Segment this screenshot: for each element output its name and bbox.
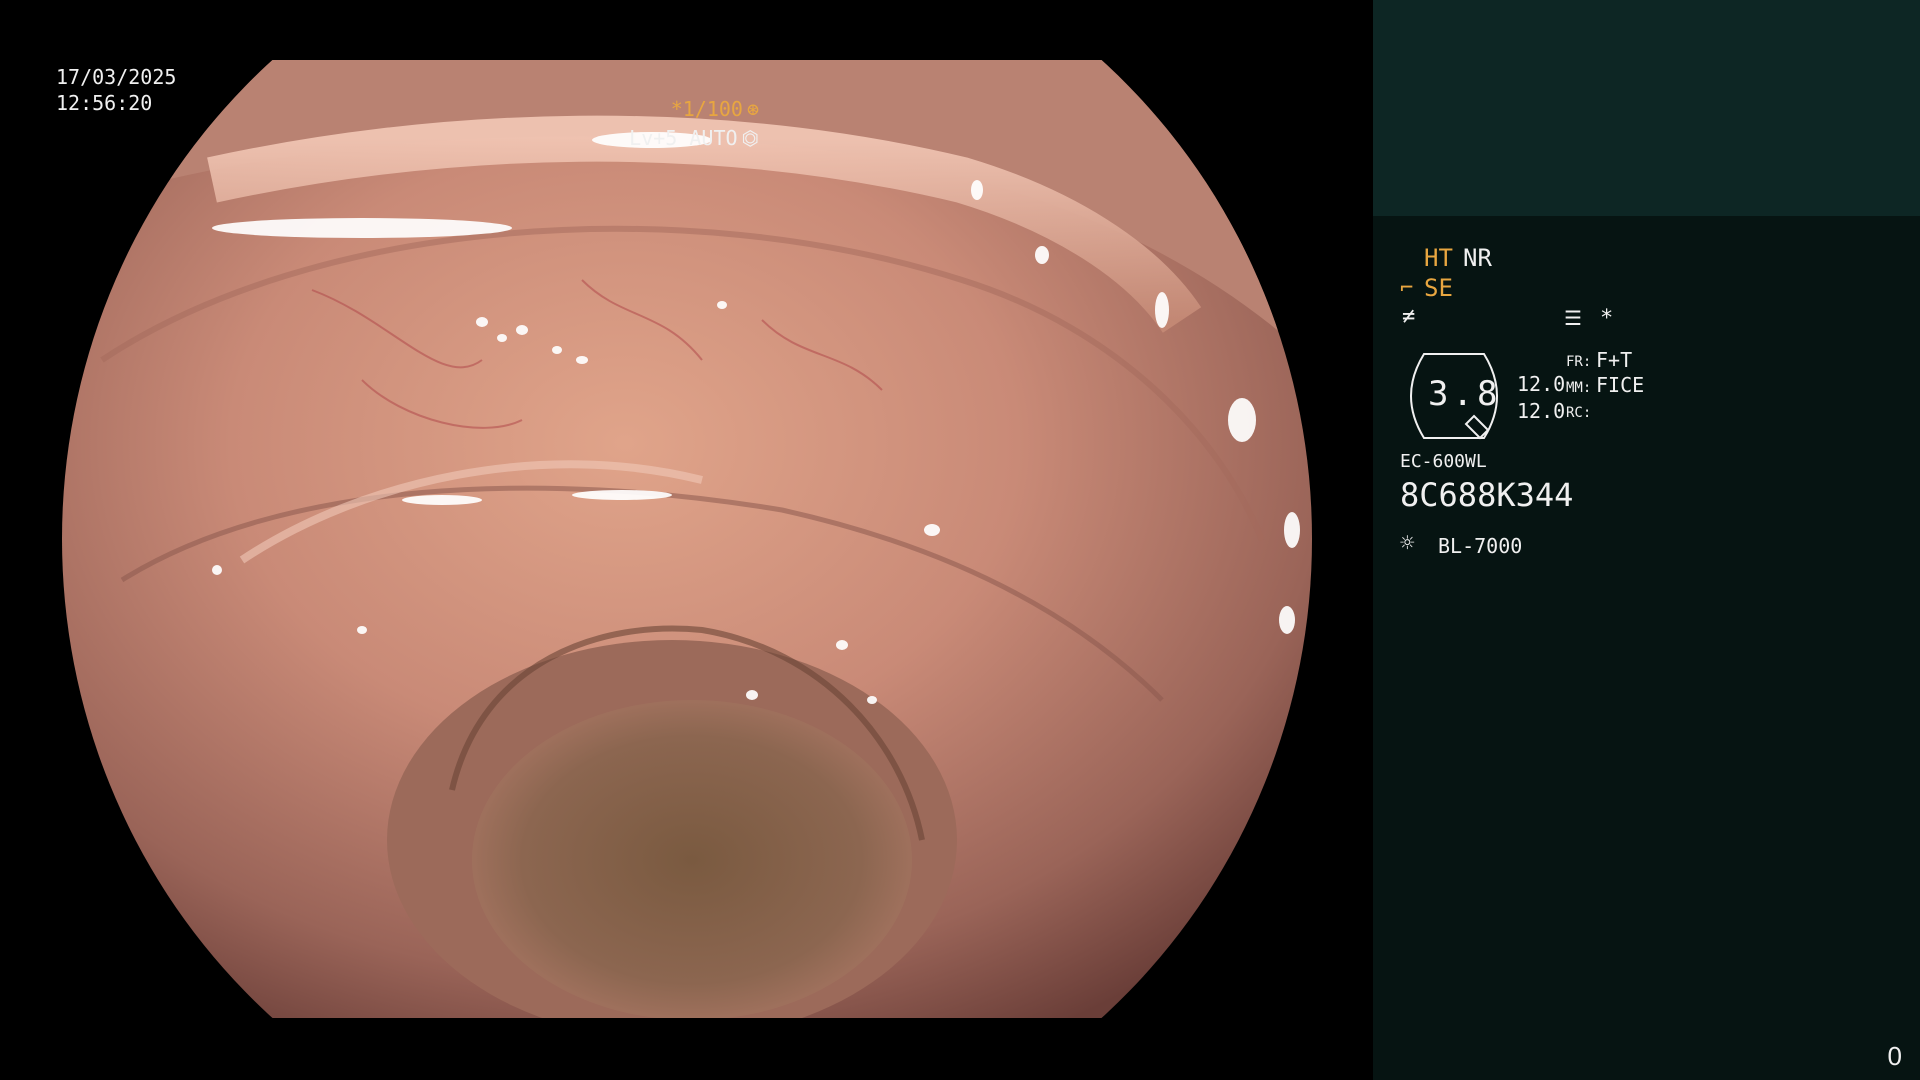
shutter-icon: ⊛ — [746, 97, 759, 121]
scope-model: EC-600WL — [1400, 451, 1487, 472]
patient-info-area — [1373, 0, 1920, 216]
mm-label: MM: — [1566, 380, 1592, 396]
light-source-model: BL-7000 — [1438, 534, 1523, 558]
shutter-text: *1/100 — [670, 97, 743, 121]
color-mode-icon: ≠ — [1402, 304, 1416, 329]
value-2: 12.0 — [1517, 399, 1566, 423]
mm-value: FICE — [1596, 373, 1645, 397]
structure-enhance-icon: ⌐ — [1400, 276, 1414, 301]
time-text: 12:56:20 — [56, 91, 153, 115]
asterisk-indicator: * — [1600, 306, 1614, 331]
iris-text: Lv+5 AUTO — [629, 126, 738, 150]
frame-counter: 0 — [1887, 1041, 1902, 1071]
iris-level: Lv+5 AUTO ⏣ — [629, 126, 759, 150]
nr-indicator: NR — [1463, 244, 1492, 272]
se-indicator: SE — [1424, 274, 1453, 302]
fr-value: F+T — [1596, 348, 1633, 372]
shutter-speed: *1/100 ⊛ — [671, 97, 759, 121]
date-text: 17/03/2025 — [56, 65, 177, 89]
fr-label: FR: — [1566, 354, 1592, 370]
settings-list-icon: ☰ — [1564, 306, 1582, 330]
light-source-icon: ☼ — [1400, 529, 1415, 557]
endoscope-video-area: 17/03/2025 12:56:20 *1/100 ⊛ Lv+5 AUTO ⏣ — [0, 0, 1373, 1080]
value-1: 12.0 — [1517, 372, 1566, 396]
ht-indicator: HT — [1424, 244, 1453, 272]
scope-serial: 8C688K344 — [1400, 476, 1574, 514]
zoom-value: 3.8 — [1428, 374, 1502, 414]
endoscopic-image — [62, 60, 1312, 1018]
iris-icon: ⏣ — [741, 126, 759, 150]
rc-label: RC: — [1566, 405, 1592, 421]
datetime-display: 17/03/2025 12:56:20 — [56, 64, 176, 116]
